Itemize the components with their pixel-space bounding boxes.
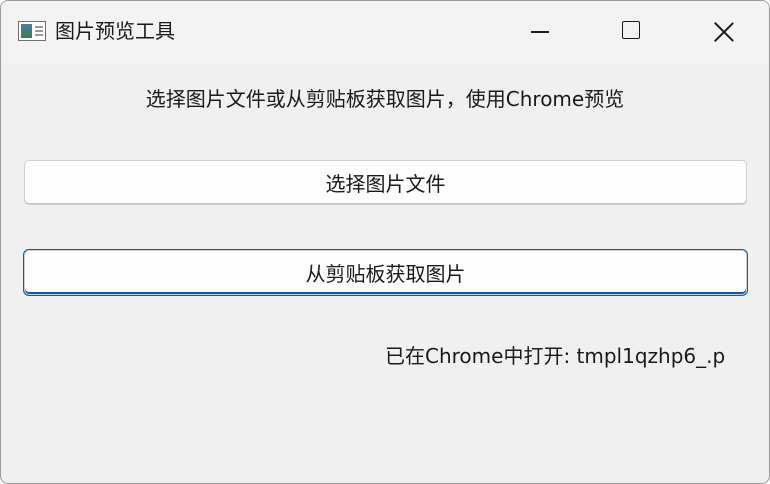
minimize-icon bbox=[531, 31, 549, 33]
close-icon bbox=[712, 20, 736, 44]
minimize-button[interactable] bbox=[494, 1, 586, 63]
window-title: 图片预览工具 bbox=[55, 19, 175, 43]
close-button[interactable] bbox=[678, 1, 769, 63]
image-viewer-app-icon bbox=[18, 21, 46, 41]
status-label: 已在Chrome中打开: tmpl1qzhp6_.p bbox=[385, 344, 726, 368]
get-image-from-clipboard-button[interactable]: 从剪贴板获取图片 bbox=[24, 250, 747, 295]
maximize-icon bbox=[622, 21, 640, 39]
app-window: 图片预览工具 选择图片文件或从剪贴板获取图片，使用Chrome预览 选择图片文件… bbox=[0, 0, 770, 484]
app-icon-line bbox=[35, 30, 43, 32]
app-icon-line bbox=[35, 26, 43, 28]
maximize-button[interactable] bbox=[586, 1, 678, 63]
app-icon-line bbox=[35, 34, 43, 36]
app-icon-picture bbox=[21, 24, 32, 38]
instruction-label: 选择图片文件或从剪贴板获取图片，使用Chrome预览 bbox=[145, 87, 625, 111]
select-image-file-button[interactable]: 选择图片文件 bbox=[24, 160, 747, 205]
title-bar[interactable]: 图片预览工具 bbox=[1, 1, 769, 63]
